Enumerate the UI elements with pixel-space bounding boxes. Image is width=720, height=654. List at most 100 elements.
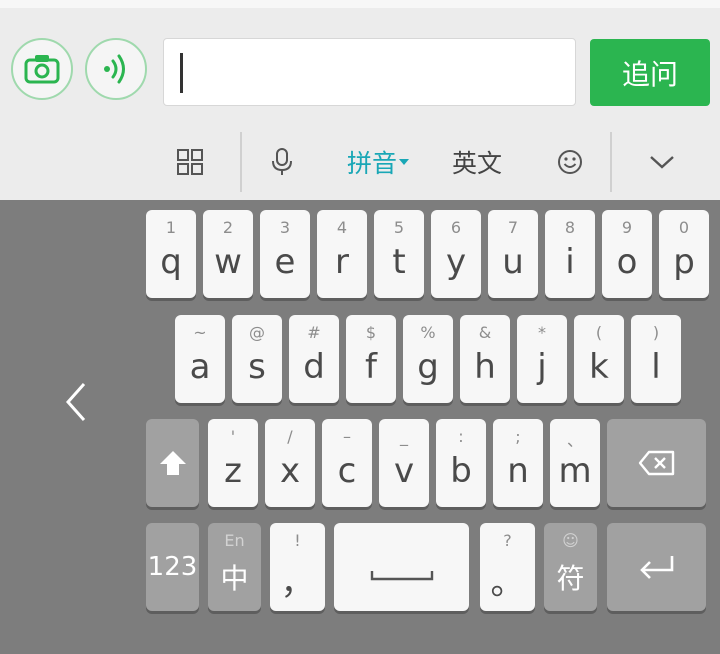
key-alt: En — [224, 531, 245, 550]
key-label: 中 — [220, 562, 249, 595]
chevron-down-icon — [650, 156, 674, 169]
key-alt: ; — [515, 427, 521, 446]
toolbar-divider — [610, 132, 612, 192]
key-label: u — [502, 242, 524, 282]
key-alt: ? — [503, 531, 512, 550]
comma-key[interactable]: ! ， — [270, 523, 325, 611]
key-label: o — [616, 242, 638, 282]
collapse-keyboard-button[interactable] — [642, 124, 682, 200]
key-label: y — [445, 242, 467, 282]
number-mode-label: 123 — [147, 552, 198, 582]
key-w[interactable]: 2w — [203, 210, 253, 298]
key-label: n — [507, 451, 529, 491]
key-h[interactable]: & h — [460, 315, 510, 403]
key-alt: – — [343, 427, 351, 446]
emoji-icon — [558, 150, 582, 174]
key-f[interactable]: $ f — [346, 315, 396, 403]
key-e[interactable]: 3e — [260, 210, 310, 298]
ime-toolbar: 拼音 英文 — [0, 124, 720, 200]
pinyin-label: 拼音 — [346, 149, 397, 178]
key-b[interactable]: :b — [436, 419, 486, 507]
key-label: s — [248, 347, 266, 387]
key-x[interactable]: / x — [265, 419, 315, 507]
key-alt: 9 — [621, 218, 633, 237]
key-label: r — [335, 242, 349, 282]
grid-button[interactable] — [170, 124, 210, 200]
key-alt: ~ — [193, 323, 207, 342]
key-label: m — [558, 451, 592, 491]
key-alt: 3 — [279, 218, 291, 237]
key-label: a — [189, 347, 211, 387]
key-alt: % — [420, 323, 436, 342]
period-key[interactable]: ? 。 — [480, 523, 535, 611]
backspace-key[interactable] — [607, 419, 706, 507]
key-p[interactable]: 0p — [659, 210, 709, 298]
key-label: t — [392, 242, 406, 282]
keyboard: 1q 2w 3e 4r 5t 6y 7u 8i 9o 0p ~ a @ s # d $… — [0, 200, 720, 654]
key-u[interactable]: 7u — [488, 210, 538, 298]
space-key[interactable] — [334, 523, 469, 611]
key-j[interactable]: * j — [517, 315, 567, 403]
key-alt: 0 — [678, 218, 690, 237]
key-m[interactable]: 、 m — [550, 419, 600, 507]
key-k[interactable]: (k — [574, 315, 624, 403]
key-label: w — [214, 242, 242, 282]
shift-icon — [159, 451, 186, 475]
camera-icon — [24, 55, 60, 84]
key-label: e — [274, 242, 296, 282]
english-mode-tab[interactable]: 英文 — [444, 124, 510, 200]
key-n[interactable]: ; n — [493, 419, 543, 507]
key-l[interactable]: ) l — [631, 315, 681, 403]
key-alt: : — [458, 427, 464, 446]
key-label: d — [303, 347, 325, 387]
emoji-button[interactable] — [552, 124, 588, 200]
shift-key[interactable] — [146, 419, 199, 507]
toolbar-divider — [240, 132, 242, 192]
key-s[interactable]: @ s — [232, 315, 282, 403]
key-alt: ☺ — [562, 531, 579, 550]
key-v[interactable]: _ v — [379, 419, 429, 507]
caret-down-icon — [399, 159, 409, 165]
key-q[interactable]: 1q — [146, 210, 196, 298]
key-label: f — [365, 347, 377, 387]
key-label: l — [651, 347, 661, 387]
microphone-button[interactable] — [262, 124, 302, 200]
key-label: c — [337, 451, 357, 491]
number-mode-key[interactable]: 123 — [146, 523, 199, 611]
enter-key[interactable] — [607, 523, 706, 611]
key-z[interactable]: ' z — [208, 419, 258, 507]
key-label: 符 — [556, 562, 585, 595]
text-caret — [180, 53, 183, 93]
key-label: b — [450, 451, 472, 491]
key-label: q — [160, 242, 182, 282]
key-alt: 4 — [336, 218, 348, 237]
key-c[interactable]: – c — [322, 419, 372, 507]
key-alt: 、 — [566, 431, 583, 450]
key-a[interactable]: ~ a — [175, 315, 225, 403]
key-o[interactable]: 9o — [602, 210, 652, 298]
key-t[interactable]: 5t — [374, 210, 424, 298]
backspace-icon — [638, 450, 674, 476]
key-alt: 2 — [222, 218, 234, 237]
key-label: g — [417, 347, 439, 387]
question-input[interactable] — [163, 38, 576, 106]
pinyin-mode-tab[interactable]: 拼音 — [340, 124, 416, 200]
symbol-key[interactable]: ☺ 符 — [544, 523, 597, 611]
key-y[interactable]: 6y — [431, 210, 481, 298]
key-i[interactable]: 8i — [545, 210, 595, 298]
key-alt: 1 — [165, 218, 177, 237]
microphone-icon — [272, 148, 292, 175]
key-d[interactable]: # d — [289, 315, 339, 403]
key-label: x — [279, 451, 301, 491]
key-alt: $ — [365, 323, 377, 342]
ask-button[interactable]: 追问 — [590, 39, 710, 106]
camera-button[interactable] — [11, 38, 73, 100]
chevron-left-icon[interactable] — [58, 380, 98, 424]
key-alt: ! — [294, 531, 301, 550]
language-switch-key[interactable]: En 中 — [208, 523, 261, 611]
key-g[interactable]: % g — [403, 315, 453, 403]
key-alt: @ — [249, 323, 265, 342]
key-r[interactable]: 4r — [317, 210, 367, 298]
key-alt: & — [478, 323, 492, 342]
voice-button[interactable] — [85, 38, 147, 100]
